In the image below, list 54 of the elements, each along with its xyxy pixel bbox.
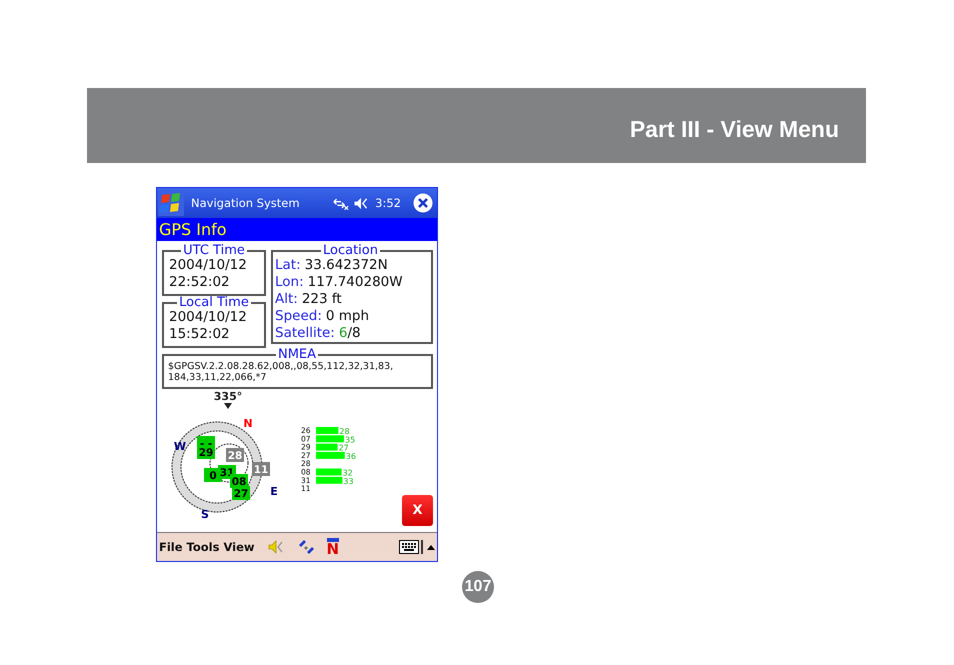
compass-label: W [174, 440, 186, 453]
heading-label: 335° [214, 390, 242, 403]
compass-label: E [270, 485, 278, 498]
signal-value: 35 [345, 435, 356, 444]
satellite-marker: 27 [232, 486, 250, 500]
satellite-icon[interactable] [296, 539, 315, 555]
heading-pointer-icon [224, 403, 232, 409]
field-label: Alt: [275, 291, 298, 308]
field-label: Satellite: [275, 325, 335, 342]
satellite-marker: 28 [226, 448, 244, 462]
menu-item[interactable]: View [223, 540, 255, 554]
close-button[interactable]: X [402, 495, 433, 526]
panel-title: Local Time [178, 297, 250, 309]
connectivity-icon[interactable] [333, 196, 350, 210]
satellites-total: /8 [347, 325, 361, 342]
date-value: 2004/10/12 [169, 257, 248, 274]
time-value: 15:52:02 [169, 326, 231, 343]
satellite-marker: 29 [197, 445, 215, 459]
field-value: 0 mph [326, 308, 370, 325]
field-label: Lon: [275, 274, 304, 291]
app-title: Navigation System [191, 196, 301, 210]
signal-value: 27 [338, 444, 349, 453]
compass-label: S [201, 508, 209, 521]
date-value: 2004/10/12 [169, 309, 248, 326]
start-flag-icon[interactable] [157, 189, 185, 217]
field-label: Lat: [275, 257, 301, 274]
north-arrow-button[interactable]: N [326, 538, 340, 556]
close-icon[interactable] [413, 193, 433, 213]
menu-item[interactable]: File [159, 540, 183, 554]
panel-title: Location [322, 245, 379, 257]
field-value: 33.642372N [304, 257, 388, 274]
page-number: 107 [462, 571, 494, 603]
signal-value: 28 [339, 427, 350, 436]
panel-title: UTC Time [182, 245, 246, 257]
up-arrow-icon[interactable] [427, 544, 435, 550]
signal-value: 36 [346, 452, 356, 461]
nmea-sentence: 184,33,11,22,066,*7 [168, 372, 268, 383]
satellites-used: 6 [338, 325, 348, 342]
signal-value: 33 [343, 476, 354, 486]
time-value: 22:52:02 [169, 274, 231, 291]
menu-item[interactable]: Tools [186, 540, 220, 554]
section-title: Part III - View Menu [630, 116, 839, 143]
compass-label: N [243, 417, 253, 430]
satellite-marker: 11 [252, 462, 270, 476]
keyboard-icon[interactable] [399, 540, 423, 554]
nmea-sentence: $GPGSV.2.2.08.28.62,008,,08,55,112,32,31,83, [168, 361, 394, 372]
signal-value: 32 [342, 468, 353, 478]
field-value: 117.740280W [308, 274, 403, 291]
clock-time[interactable]: 3:52 [375, 196, 401, 210]
page-title: GPS Info [159, 220, 227, 239]
field-label: Speed: [275, 308, 322, 325]
panel-title: NMEA [278, 349, 316, 361]
field-value: 223 ft [302, 291, 342, 308]
speaker-icon[interactable] [353, 196, 370, 210]
